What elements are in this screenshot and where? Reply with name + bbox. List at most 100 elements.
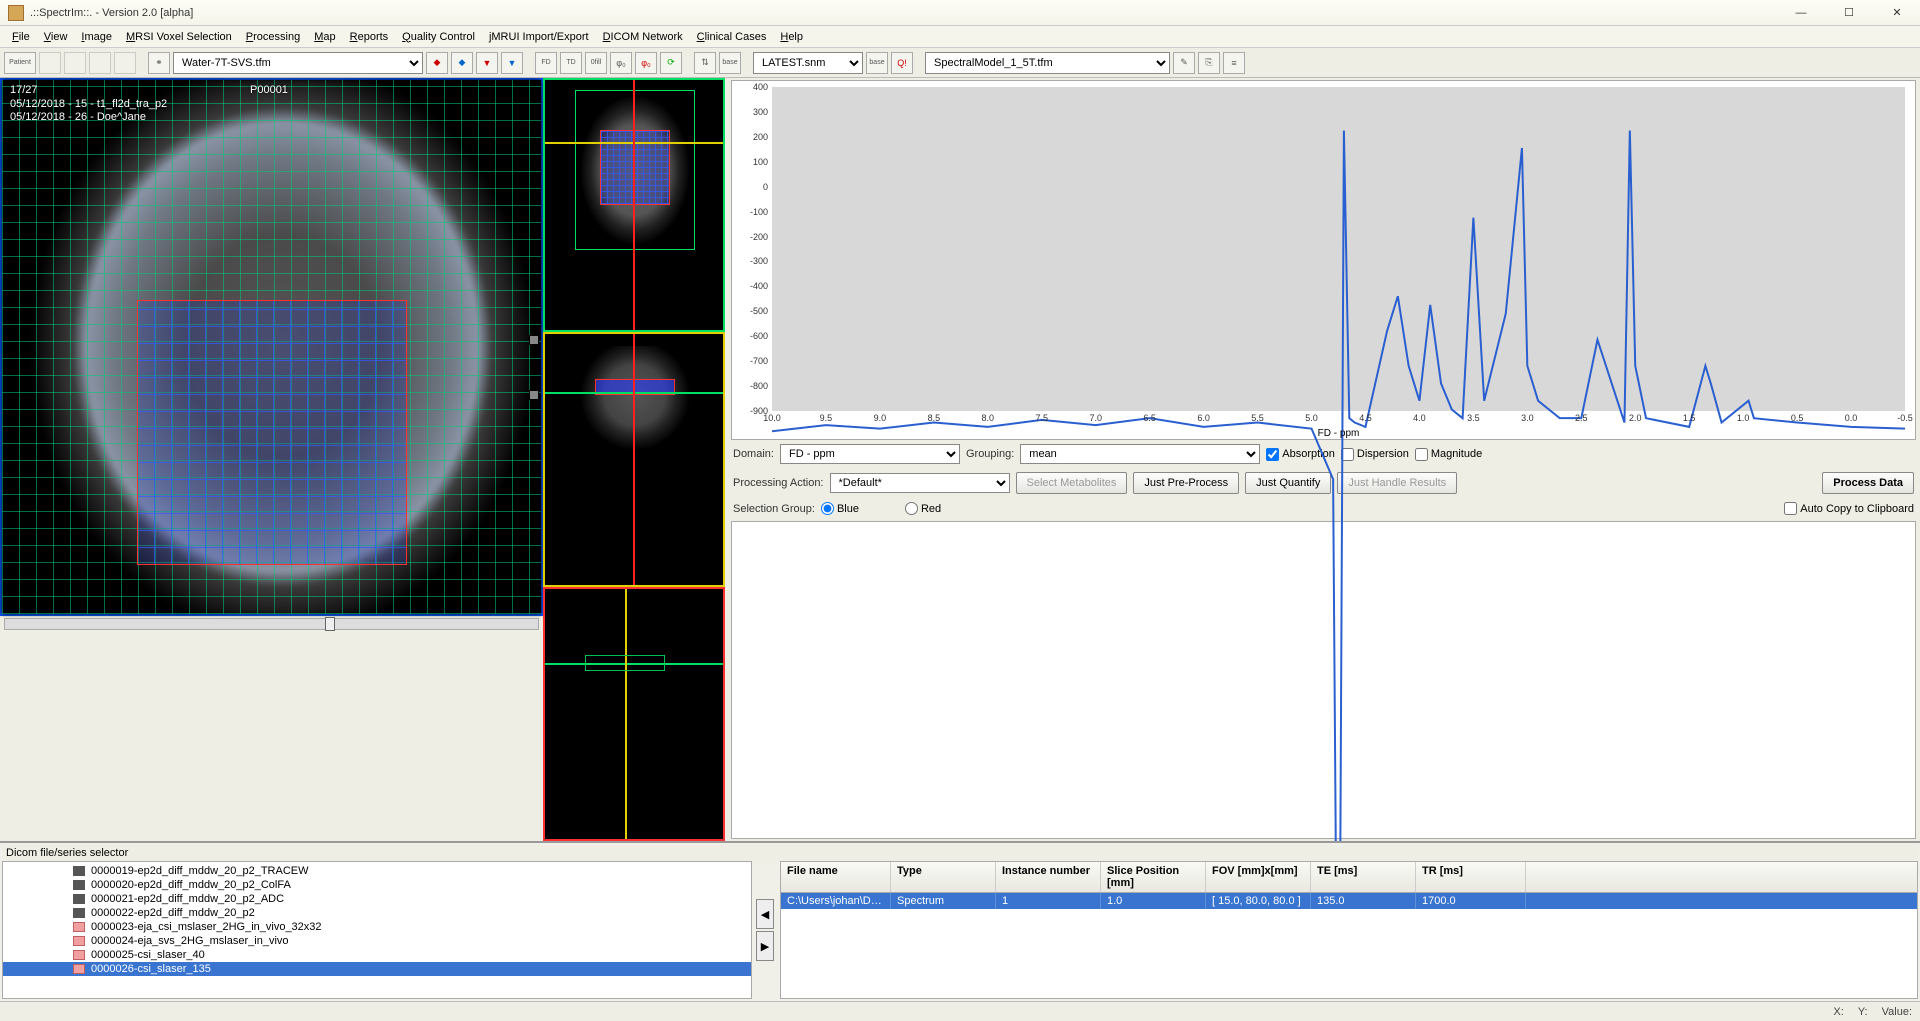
menu-clinical-cases[interactable]: Clinical Cases (691, 29, 773, 45)
menu-map[interactable]: Map (308, 29, 341, 45)
table-header-cell[interactable]: Type (891, 862, 996, 892)
dicom-table: File nameTypeInstance numberSlice Positi… (780, 861, 1918, 999)
tree-item-label: 0000021-ep2d_diff_mddw_20_p2_ADC (91, 893, 284, 905)
spectrum-line (772, 87, 1905, 841)
dicom-tree[interactable]: 0000019-ep2d_diff_mddw_20_p2_TRACEW00000… (2, 861, 752, 999)
app-icon (8, 5, 24, 21)
toolbar-apod[interactable]: ▼ (476, 52, 498, 74)
toolbar-offset-td[interactable]: TD (560, 52, 582, 74)
table-header-cell[interactable]: Slice Position [mm] (1101, 862, 1206, 892)
menu-quality-control[interactable]: Quality Control (396, 29, 481, 45)
toolbar-tdfd-1[interactable]: ◆ (426, 52, 448, 74)
toolbar-apod2[interactable]: ▼ (501, 52, 523, 74)
tree-item[interactable]: 0000026-csi_slaser_135 (3, 962, 751, 976)
series-icon (73, 922, 85, 932)
x-tick: 2.5 (1575, 413, 1588, 423)
menu-reports[interactable]: Reports (344, 29, 395, 45)
handle-right-1[interactable] (529, 335, 539, 345)
toolbar-snm-edit[interactable]: base (866, 52, 888, 74)
dicom-selector-panel: Dicom file/series selector 0000019-ep2d_… (0, 841, 1920, 1001)
model-select[interactable]: SpectralModel_1_5T.tfm (925, 52, 1170, 74)
toolbar-flip[interactable]: ⇅ (694, 52, 716, 74)
overlay-series: 05/12/2018 - 15 - t1_fl2d_tra_p2 (10, 98, 167, 110)
image-panel: 17/27 05/12/2018 - 15 - t1_fl2d_tra_p2 0… (0, 78, 725, 841)
handle-right-2[interactable] (529, 390, 539, 400)
table-header-cell[interactable]: Instance number (996, 862, 1101, 892)
minimize-button[interactable]: — (1786, 3, 1816, 23)
tree-item-label: 0000026-csi_slaser_135 (91, 963, 211, 975)
table-cell: C:\Users\johan\Doc... (781, 893, 891, 909)
tree-item-label: 0000025-csi_slaser_40 (91, 949, 205, 961)
toolbar-phi0[interactable]: φ₀ (610, 52, 632, 74)
menu-processing[interactable]: Processing (240, 29, 306, 45)
main-image-viewer[interactable]: 17/27 05/12/2018 - 15 - t1_fl2d_tra_p2 0… (0, 78, 543, 616)
toolbar-btn-5[interactable] (114, 52, 136, 74)
dicom-scroll-down[interactable]: ▶ (756, 931, 774, 961)
scout-coronal[interactable] (543, 332, 725, 586)
spectrum-chart[interactable]: 4003002001000-100-200-300-400-500-600-70… (731, 80, 1916, 440)
menu-file[interactable]: File (6, 29, 36, 45)
toolbar-refresh[interactable]: ⟳ (660, 52, 682, 74)
toolbar-offset-fd[interactable]: FD (535, 52, 557, 74)
table-header-cell[interactable]: TR [ms] (1416, 862, 1526, 892)
table-header-cell[interactable]: File name (781, 862, 891, 892)
toolbar-copy-model[interactable]: ⎘ (1198, 52, 1220, 74)
tree-item[interactable]: 0000022-ep2d_diff_mddw_20_p2 (3, 906, 751, 920)
x-tick: 7.5 (1035, 413, 1048, 423)
scout-axial[interactable] (543, 78, 725, 332)
tree-item[interactable]: 0000023-eja_csi_mslaser_2HG_in_vivo_32x3… (3, 920, 751, 934)
chain-icon[interactable]: ⚭ (148, 52, 170, 74)
toolbar-btn-4[interactable] (89, 52, 111, 74)
maximize-button[interactable]: ☐ (1834, 3, 1864, 23)
x-tick: 5.5 (1251, 413, 1264, 423)
snm-select[interactable]: LATEST.snm (753, 52, 863, 74)
toolbar-phi0b[interactable]: φ₀ (635, 52, 657, 74)
menu-dicom-network[interactable]: DICOM Network (597, 29, 689, 45)
dicom-scroll-buttons: ◀ ▶ (756, 861, 776, 999)
x-tick: 6.5 (1143, 413, 1156, 423)
dicom-table-header: File nameTypeInstance numberSlice Positi… (781, 862, 1917, 893)
dicom-table-row[interactable]: C:\Users\johan\Doc...Spectrum11.0[ 15.0,… (781, 893, 1917, 909)
menu-mrsi-voxel-selection[interactable]: MRSI Voxel Selection (120, 29, 238, 45)
menu-bar: FileViewImageMRSI Voxel SelectionProcess… (0, 26, 1920, 48)
tree-item[interactable]: 0000021-ep2d_diff_mddw_20_p2_ADC (3, 892, 751, 906)
table-header-cell[interactable]: FOV [mm]x[mm] (1206, 862, 1311, 892)
toolbar-btn-2[interactable] (39, 52, 61, 74)
toolbar-q[interactable]: Q! (891, 52, 913, 74)
slice-slider[interactable] (4, 618, 539, 630)
toolbar-baseline[interactable]: base (719, 52, 741, 74)
tfm-select[interactable]: Water-7T-SVS.tfm (173, 52, 423, 74)
overlay-patient-id: P00001 (250, 84, 288, 96)
x-tick: 1.5 (1683, 413, 1696, 423)
tree-item-label: 0000020-ep2d_diff_mddw_20_p2_ColFA (91, 879, 291, 891)
domain-label: Domain: (733, 448, 774, 460)
toolbar-zero-fill[interactable]: 0fill (585, 52, 607, 74)
y-tick: -800 (750, 381, 768, 391)
tree-item[interactable]: 0000020-ep2d_diff_mddw_20_p2_ColFA (3, 878, 751, 892)
table-cell: 1700.0 (1416, 893, 1526, 909)
title-bar: .::SpectrIm::. - Version 2.0 [alpha] — ☐… (0, 0, 1920, 26)
table-header-cell[interactable]: TE [ms] (1311, 862, 1416, 892)
scout-sagittal[interactable] (543, 587, 725, 841)
x-tick: 9.0 (874, 413, 887, 423)
toolbar-btn-3[interactable] (64, 52, 86, 74)
tree-item[interactable]: 0000024-eja_svs_2HG_mslaser_in_vivo (3, 934, 751, 948)
toolbar-btn-patient[interactable]: Patient (4, 52, 36, 74)
menu-image[interactable]: Image (75, 29, 118, 45)
toolbar-edit-model[interactable]: ✎ (1173, 52, 1195, 74)
tree-item[interactable]: 0000019-ep2d_diff_mddw_20_p2_TRACEW (3, 864, 751, 878)
tree-item[interactable]: 0000025-csi_slaser_40 (3, 948, 751, 962)
x-tick: 3.5 (1467, 413, 1480, 423)
menu-help[interactable]: Help (774, 29, 809, 45)
menu-jmrui-import-export[interactable]: jMRUI Import/Export (483, 29, 595, 45)
main-area: 17/27 05/12/2018 - 15 - t1_fl2d_tra_p2 0… (0, 78, 1920, 841)
toolbar-list-model[interactable]: ≡ (1223, 52, 1245, 74)
toolbar-tdfd-2[interactable]: ◆ (451, 52, 473, 74)
close-button[interactable]: ✕ (1882, 3, 1912, 23)
x-tick: 4.0 (1413, 413, 1426, 423)
dicom-scroll-up[interactable]: ◀ (756, 899, 774, 929)
y-tick: 300 (753, 107, 768, 117)
x-tick: 9.5 (820, 413, 833, 423)
status-bar: X: Y: Value: (0, 1001, 1920, 1021)
menu-view[interactable]: View (38, 29, 74, 45)
